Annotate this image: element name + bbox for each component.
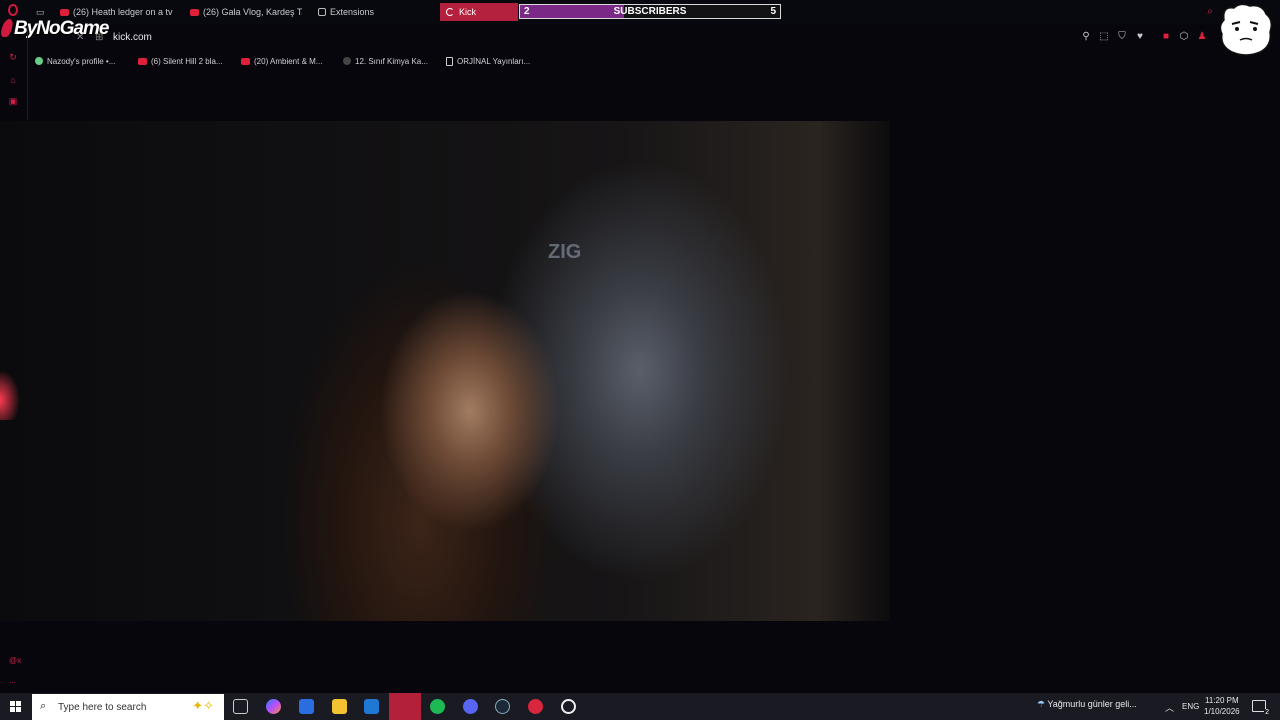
tab-label: (26) Gala Vlog, Kardeş Ta [203, 7, 302, 17]
task-view-icon[interactable] [233, 699, 248, 714]
history-icon[interactable]: ↻ [8, 53, 18, 62]
rail-more-label[interactable]: ... [9, 676, 16, 685]
tab-label: Kick [459, 7, 477, 17]
stream-video[interactable]: ZIG [0, 121, 890, 621]
tab-label: (26) Heath ledger on a tv [73, 7, 173, 17]
loading-icon [446, 8, 454, 16]
subscriber-label: SUBSCRIBERS [613, 6, 687, 17]
youtube-icon [138, 57, 147, 65]
chair-logo: ZIG [548, 241, 582, 263]
taskbar-search[interactable]: ⌕ Type here to search ✦✧ [32, 694, 224, 720]
language-indicator[interactable]: ENG [1182, 702, 1199, 711]
spotify-icon[interactable] [430, 699, 445, 714]
notification-count: 2 [1264, 709, 1270, 716]
discord-icon[interactable] [463, 699, 478, 714]
reload-icon[interactable]: ✕ [76, 32, 84, 43]
bookmark-item[interactable]: (6) Silent Hill 2 bla... [138, 55, 223, 67]
store-icon[interactable] [299, 699, 314, 714]
youtube-icon [190, 8, 199, 16]
subscriber-goal: 5 [770, 6, 776, 17]
notification-center-icon[interactable]: 2 [1252, 700, 1270, 716]
mail-icon[interactable] [364, 699, 379, 714]
wallet-icon[interactable]: ⌂ [8, 76, 18, 85]
file-explorer-icon[interactable] [332, 699, 347, 714]
clock-date: 1/10/2026 [1204, 707, 1240, 716]
copilot-icon[interactable] [266, 699, 281, 714]
bynogame-logo: ByNoGame [0, 18, 109, 40]
search-icon[interactable]: ⌕ [1205, 7, 1215, 17]
bookmark-item[interactable]: ORJİNAL Yayınları... [446, 55, 530, 67]
mascot-face-icon [1219, 3, 1273, 56]
windows-start-icon[interactable] [10, 701, 21, 712]
chevron-up-icon[interactable]: ︿ [1165, 701, 1174, 714]
tab-extensions[interactable]: Extensions [318, 4, 408, 20]
globe-icon [35, 57, 43, 65]
umbrella-icon: ☂ [1037, 699, 1046, 709]
sparkle-icon: ✦✧ [192, 698, 214, 713]
profile-icon[interactable]: ♟ [1197, 32, 1207, 42]
extensions-icon[interactable]: ⬡ [1179, 32, 1189, 42]
weather-widget[interactable]: ☂ Yağmurlu günler geli... [1037, 699, 1137, 710]
logo-mark-icon [0, 19, 15, 37]
youtube-icon [60, 8, 69, 16]
site-info-icon[interactable]: ⊞ [95, 32, 103, 43]
shield-icon[interactable]: ⛉ [1117, 32, 1127, 42]
steam-icon[interactable] [495, 699, 510, 714]
opera-taskbar-button[interactable] [389, 693, 421, 720]
tab-gala-vlog[interactable]: (26) Gala Vlog, Kardeş Ta [190, 4, 302, 20]
app-icon[interactable] [528, 699, 543, 714]
bookmark-label: (20) Ambient & M... [254, 56, 323, 66]
bookmark-label: Nazody's profile •... [47, 56, 116, 66]
bookmark-label: 12. Sınıf Kimya Ka... [355, 56, 428, 66]
chatgpt-icon[interactable] [561, 699, 576, 714]
bookmark-label: (6) Silent Hill 2 bla... [151, 56, 223, 66]
document-icon [446, 56, 453, 66]
bookmark-item[interactable]: 12. Sınıf Kimya Ka... [343, 55, 428, 67]
cube-icon[interactable]: ■ [1161, 32, 1171, 42]
clock-time: 11:20 PM [1204, 696, 1239, 705]
address-bar[interactable]: kick.com [113, 32, 152, 43]
pin-icon[interactable]: ⚲ [1081, 32, 1091, 42]
clock[interactable]: 11:20 PM 1/10/2026 [1204, 695, 1240, 717]
puzzle-icon [318, 8, 326, 16]
rail-bottom-label: @x [9, 656, 22, 665]
leaf-icon [343, 57, 351, 65]
opera-icon[interactable] [8, 4, 18, 16]
bookmark-item[interactable]: (20) Ambient & M... [241, 55, 322, 67]
youtube-icon [241, 57, 250, 65]
messenger-icon[interactable]: ▣ [8, 97, 18, 106]
bookmark-label: ORJİNAL Yayınları... [457, 56, 531, 66]
search-icon: ⌕ [40, 700, 47, 712]
weather-text: Yağmurlu günler geli... [1047, 699, 1137, 709]
tab-kick[interactable]: Kick [440, 3, 518, 21]
bookmark-item[interactable]: Nazody's profile •... [35, 55, 115, 67]
tab-label: Extensions [330, 7, 375, 17]
red-light-glow [0, 360, 30, 420]
snapshot-icon[interactable]: ⬚ [1099, 32, 1109, 42]
subscriber-goal-bar: 2 SUBSCRIBERS 5 [519, 4, 781, 19]
heart-icon[interactable]: ♥ [1135, 32, 1145, 42]
sidebar-divider [27, 24, 28, 120]
search-placeholder: Type here to search [58, 702, 147, 713]
